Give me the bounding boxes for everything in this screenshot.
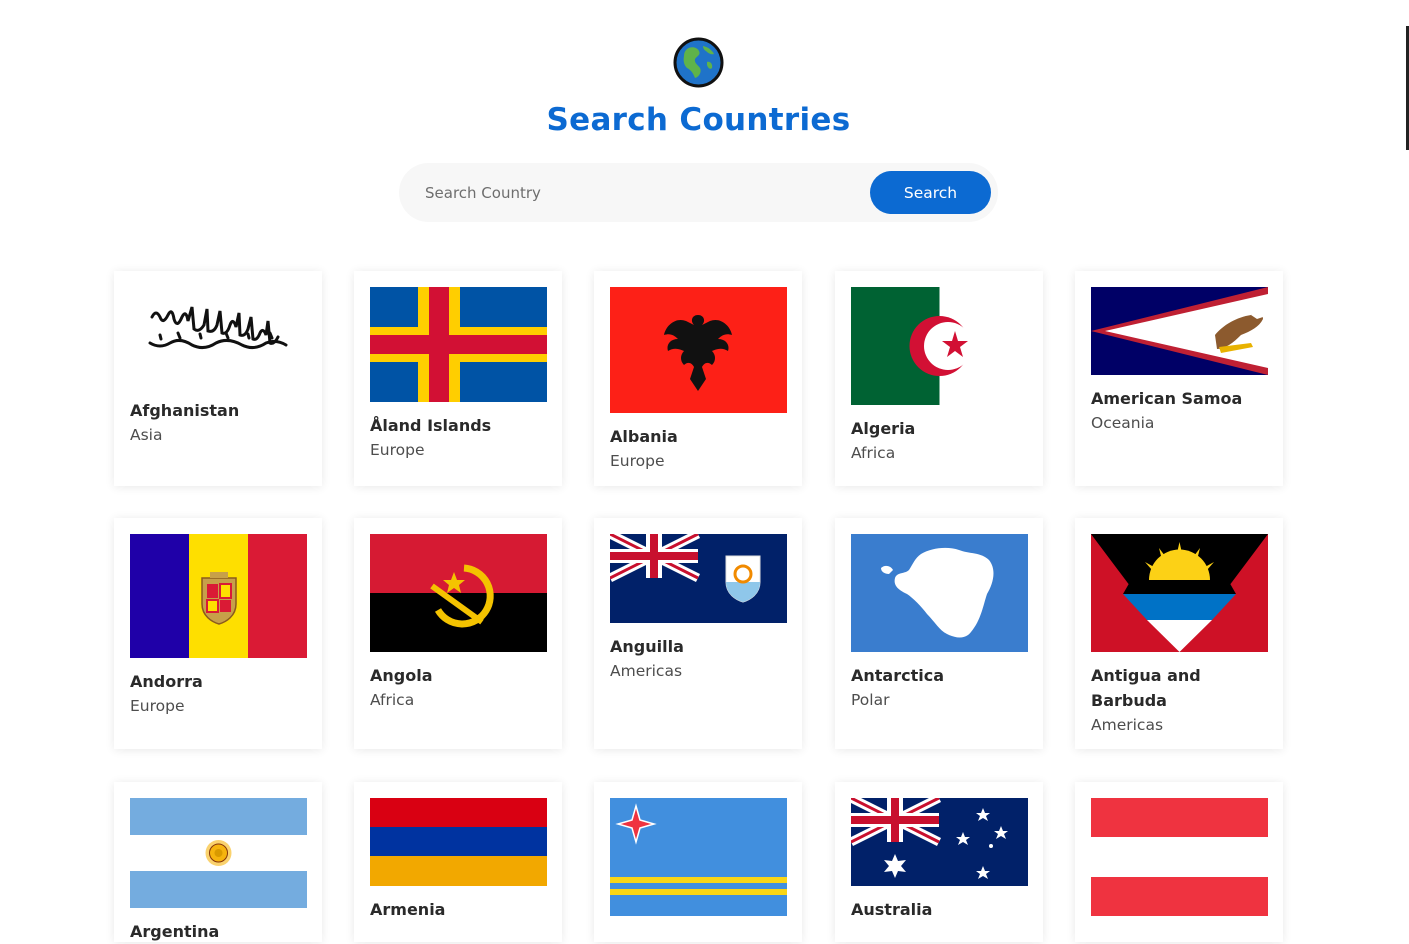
country-name: Anguilla <box>610 637 684 656</box>
country-card[interactable]: Armenia <box>354 782 562 942</box>
country-card[interactable]: Anguilla Americas <box>594 518 802 749</box>
country-card[interactable]: Åland Islands Europe <box>354 271 562 486</box>
argentina-flag <box>130 798 307 908</box>
andorra-flag <box>130 534 307 658</box>
country-name: Angola <box>370 666 433 685</box>
country-name: Åland Islands <box>370 416 492 435</box>
search-bar: Search <box>399 163 998 222</box>
algeria-flag <box>851 287 1028 405</box>
country-name: Argentina <box>130 922 220 941</box>
afghanistan-flag <box>130 287 307 387</box>
angola-flag <box>370 534 547 652</box>
country-name: Australia <box>851 900 933 919</box>
country-name: Andorra <box>130 672 203 691</box>
country-region: Africa <box>851 444 896 462</box>
search-input[interactable] <box>423 174 857 212</box>
armenia-flag <box>370 798 547 886</box>
country-card[interactable]: Antigua and Barbuda Americas <box>1075 518 1283 749</box>
country-card[interactable]: Australia <box>835 782 1043 942</box>
country-card[interactable]: Albania Europe <box>594 271 802 486</box>
australia-flag <box>851 798 1028 886</box>
country-name: Antigua and Barbuda <box>1091 666 1201 710</box>
country-region: Europe <box>610 452 665 470</box>
country-region: Europe <box>130 697 185 715</box>
country-name: Albania <box>610 427 678 446</box>
country-name: American Samoa <box>1091 389 1243 408</box>
country-card[interactable] <box>1075 782 1283 942</box>
country-region: Oceania <box>1091 414 1155 432</box>
country-card[interactable]: Afghanistan Asia <box>114 271 322 486</box>
country-region: Europe <box>370 441 425 459</box>
country-card[interactable]: Argentina <box>114 782 322 942</box>
country-region: Asia <box>130 426 163 444</box>
country-region: Africa <box>370 691 415 709</box>
search-button[interactable]: Search <box>870 171 991 214</box>
country-region: Americas <box>1091 716 1164 734</box>
antigua-and-barbuda-flag <box>1091 534 1268 652</box>
country-card[interactable]: Antarctica Polar <box>835 518 1043 749</box>
aland-islands-flag <box>370 287 547 402</box>
globe-americas-icon <box>673 37 724 88</box>
austria-flag <box>1091 798 1268 916</box>
country-card[interactable]: Angola Africa <box>354 518 562 749</box>
page-title: Search Countries <box>546 102 851 138</box>
anguilla-flag <box>610 534 787 623</box>
aruba-flag <box>610 798 787 916</box>
country-card[interactable]: American Samoa Oceania <box>1075 271 1283 486</box>
american-samoa-flag <box>1091 287 1268 375</box>
country-name: Algeria <box>851 419 916 438</box>
albania-flag <box>610 287 787 413</box>
country-card[interactable]: Algeria Africa <box>835 271 1043 486</box>
country-name: Armenia <box>370 900 446 919</box>
country-region: Americas <box>610 662 683 680</box>
country-region: Polar <box>851 691 890 709</box>
country-name: Afghanistan <box>130 401 240 420</box>
country-card[interactable]: Andorra Europe <box>114 518 322 749</box>
country-card[interactable] <box>594 782 802 942</box>
country-name: Antarctica <box>851 666 945 685</box>
antarctica-flag <box>851 534 1028 652</box>
